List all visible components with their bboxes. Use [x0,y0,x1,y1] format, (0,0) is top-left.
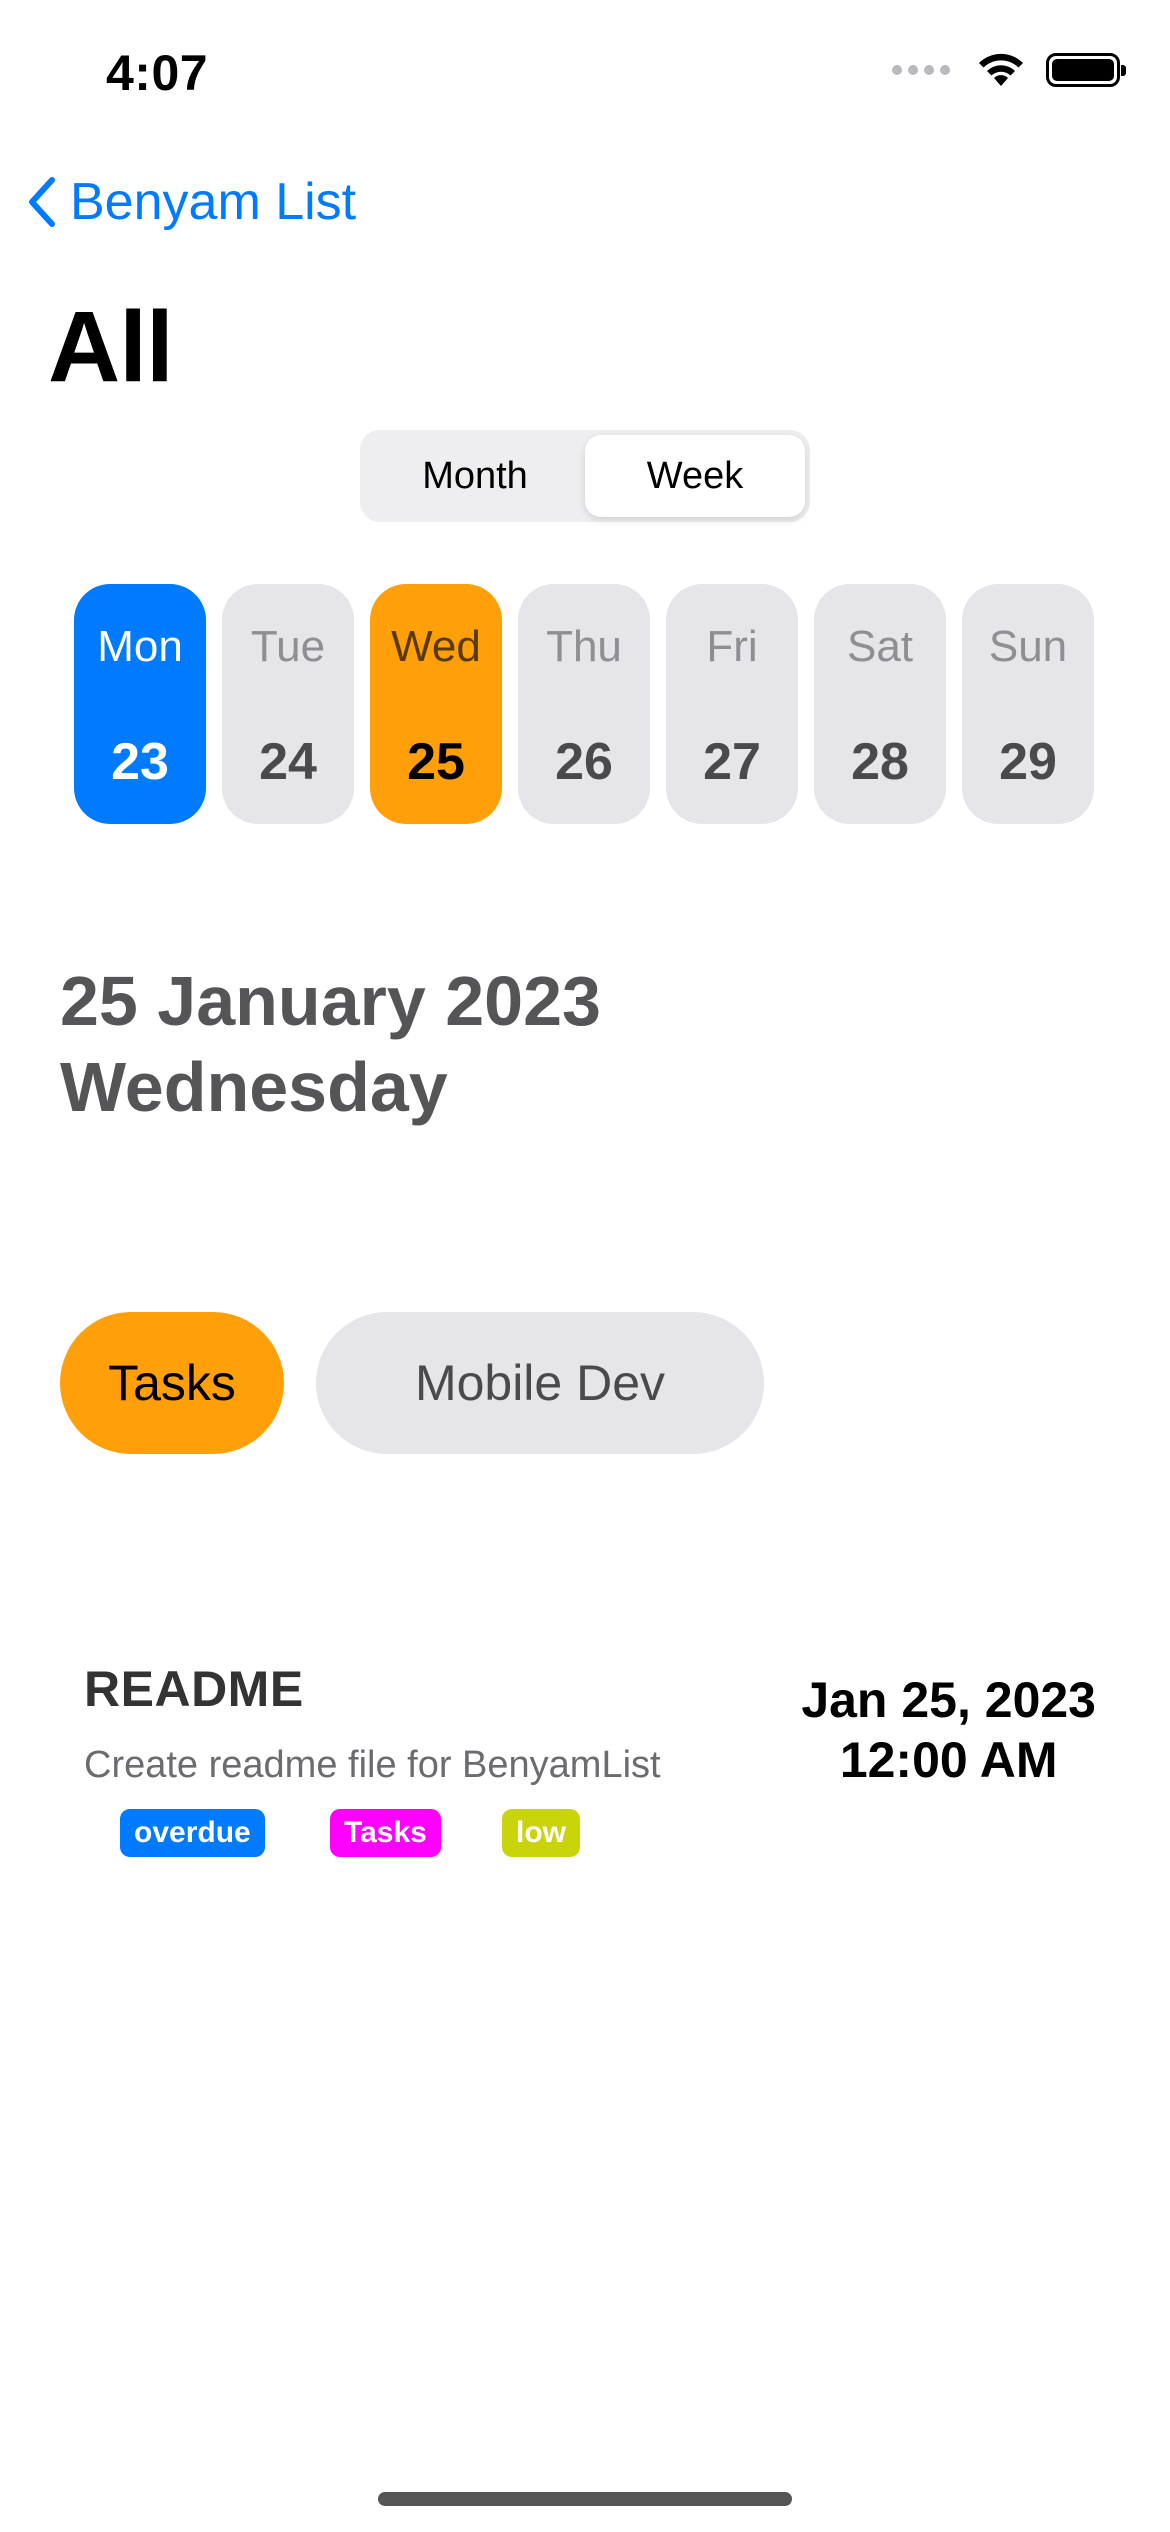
task-due: Jan 25, 2023 12:00 AM [801,1670,1096,1790]
segment-week[interactable]: Week [585,435,805,517]
day-number: 26 [555,733,613,791]
segment-month[interactable]: Month [365,435,585,517]
day-number: 24 [259,733,317,791]
status-time: 4:07 [106,45,209,101]
back-label: Benyam List [70,173,357,231]
day-sat[interactable]: Sat 28 [814,584,946,824]
day-mon[interactable]: Mon 23 [74,584,206,824]
day-name: Sat [846,622,914,671]
day-name: Sun [988,622,1068,671]
day-name: Tue [250,622,326,671]
back-button[interactable]: Benyam List [26,172,356,232]
category-chip-mobile-dev[interactable]: Mobile Dev [316,1312,764,1454]
day-sun[interactable]: Sun 29 [962,584,1094,824]
day-number: 27 [703,733,761,791]
day-name: Mon [97,622,183,671]
view-segmented-control: Month Week [360,430,810,522]
battery-icon [1046,53,1126,87]
day-name: Wed [391,622,481,671]
day-number: 23 [111,733,169,791]
task-due-date: Jan 25, 2023 [801,1672,1096,1728]
wifi-icon [979,53,1023,86]
selected-weekday-line: Wednesday [60,1048,448,1126]
tag-tasks: Tasks [330,1809,441,1857]
task-due-time: 12:00 AM [839,1732,1058,1788]
day-thu[interactable]: Thu 26 [518,584,650,824]
category-chip-tasks[interactable]: Tasks [60,1312,284,1454]
day-wed[interactable]: Wed 25 [370,584,502,824]
day-fri[interactable]: Fri 27 [666,584,798,824]
page-title: All [48,291,174,403]
selected-date-heading: 25 January 2023 Wednesday [60,958,601,1130]
screen: 4:07 Benyam List All Month Week Mon 23 T… [0,0,1170,2532]
tag-overdue: overdue [120,1809,265,1857]
selected-date-line: 25 January 2023 [60,962,601,1040]
day-number: 25 [407,733,465,791]
chevron-left-icon [29,177,55,227]
day-name: Thu [546,622,622,671]
day-number: 28 [851,733,909,791]
week-strip: Mon 23 Tue 24 Wed 25 Thu 26 Fri 27 Sat 2… [74,584,1094,824]
task-tags: overdue Tasks low [84,1809,1094,1857]
day-number: 29 [999,733,1057,791]
tag-priority-low: low [502,1809,580,1857]
day-tue[interactable]: Tue 24 [222,584,354,824]
task-item[interactable]: README Create readme file for BenyamList… [84,1660,1096,1857]
home-indicator[interactable] [378,2492,792,2506]
status-icons [892,52,1126,88]
cellular-signal-icon [892,65,950,75]
day-name: Fri [706,622,758,671]
